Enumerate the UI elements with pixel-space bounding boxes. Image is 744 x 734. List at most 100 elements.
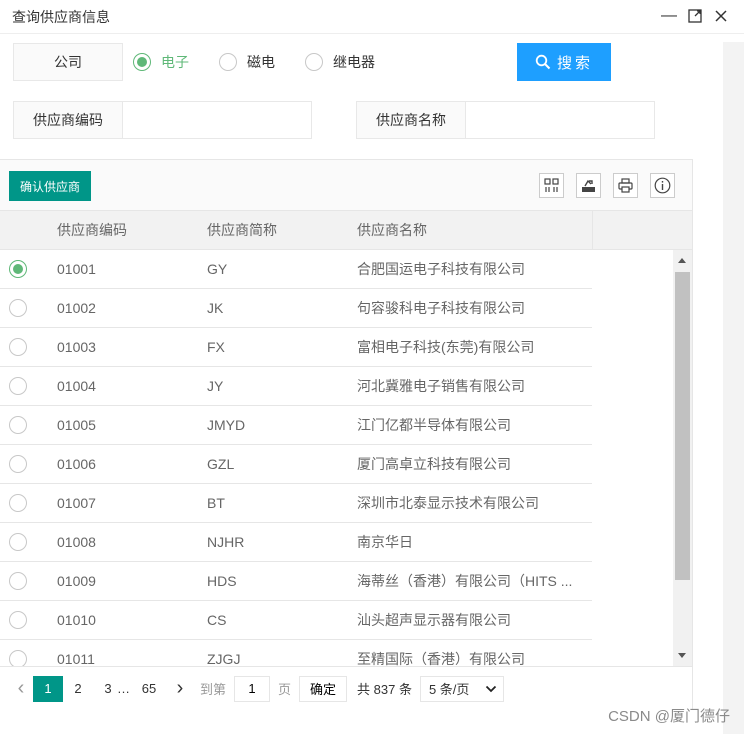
row-radio[interactable] xyxy=(9,416,27,434)
page-scrollbar[interactable] xyxy=(723,42,744,734)
search-icon xyxy=(535,54,551,70)
dialog-content: 公司 电子 磁电 继电器 搜索 供应商编码 供应商名称 确认供应商 供应商编码 … xyxy=(0,34,723,734)
row-radio[interactable] xyxy=(9,494,27,512)
cell-code: 01005 xyxy=(57,417,96,433)
row-radio[interactable] xyxy=(9,572,27,590)
total-count: 共 837 条 xyxy=(357,682,412,697)
page-1[interactable]: 1 xyxy=(33,675,63,702)
minimize-icon[interactable]: — xyxy=(660,6,678,26)
window-title: 查询供应商信息 xyxy=(12,8,110,25)
cell-name: 江门亿都半导体有限公司 xyxy=(357,417,511,433)
radio-label: 继电器 xyxy=(333,54,375,70)
maximize-icon[interactable] xyxy=(686,6,704,26)
supplier-name-group: 供应商名称 xyxy=(356,101,655,139)
column-header-short-name[interactable]: 供应商简称 xyxy=(207,211,277,250)
radio-unchecked-icon xyxy=(305,53,323,71)
cell-name: 富相电子科技(东莞)有限公司 xyxy=(357,339,535,355)
cell-code: 01004 xyxy=(57,378,96,394)
table-row[interactable]: 01002 JK 句容骏科电子科技有限公司 xyxy=(0,289,592,328)
table-row[interactable]: 01007 BT 深圳市北泰显示技术有限公司 xyxy=(0,484,592,523)
table-row[interactable]: 01008 NJHR 南京华日 xyxy=(0,523,592,562)
cell-code: 01010 xyxy=(57,612,96,628)
cell-name: 至精国际（香港）有限公司 xyxy=(357,651,525,666)
cell-code: 01001 xyxy=(57,261,96,277)
search-button[interactable]: 搜索 xyxy=(517,43,611,81)
toolbar-icons xyxy=(539,173,675,198)
scroll-thumb[interactable] xyxy=(675,272,690,580)
cell-name: 汕头超声显示器有限公司 xyxy=(357,612,511,628)
row-radio[interactable] xyxy=(9,377,27,395)
cell-name: 合肥国运电子科技有限公司 xyxy=(357,261,525,277)
table-row[interactable]: 01006 GZL 厦门高卓立科技有限公司 xyxy=(0,445,592,484)
company-filter: 公司 电子 磁电 继电器 xyxy=(13,43,405,81)
table-row[interactable]: 01010 CS 汕头超声显示器有限公司 xyxy=(0,601,592,640)
cell-short-name: JY xyxy=(207,378,224,394)
table-row[interactable]: 01011 ZJGJ 至精国际（香港）有限公司 xyxy=(0,640,592,666)
page-ellipsis: … xyxy=(117,681,130,696)
radio-relay[interactable]: 继电器 xyxy=(305,52,375,72)
cell-short-name: CS xyxy=(207,612,227,628)
supplier-code-label: 供应商编码 xyxy=(13,101,123,139)
close-icon[interactable] xyxy=(712,6,730,26)
scroll-down-icon[interactable] xyxy=(678,653,686,658)
company-radio-group: 电子 磁电 继电器 xyxy=(133,52,405,72)
radio-label: 磁电 xyxy=(247,54,275,70)
row-radio[interactable] xyxy=(9,650,27,666)
supplier-table-panel: 确认供应商 供应商编码 供应商简称 供应商名称 01001 GY 合肥国运电子科… xyxy=(0,159,693,710)
radio-electronics[interactable]: 电子 xyxy=(133,52,189,72)
table-body: 01001 GY 合肥国运电子科技有限公司 01002 JK 句容骏科电子科技有… xyxy=(0,250,592,666)
info-icon[interactable] xyxy=(650,173,675,198)
table-row[interactable]: 01004 JY 河北冀雅电子销售有限公司 xyxy=(0,367,592,406)
cell-code: 01003 xyxy=(57,339,96,355)
row-radio[interactable] xyxy=(9,611,27,629)
cell-code: 01007 xyxy=(57,495,96,511)
goto-label: 到第 xyxy=(200,682,227,697)
window-controls: — xyxy=(660,6,730,26)
watermark: CSDN @厦门德仔 xyxy=(608,708,730,725)
next-page-icon[interactable]: › xyxy=(168,676,192,702)
cell-name: 河北冀雅电子销售有限公司 xyxy=(357,378,525,394)
table-row[interactable]: 01009 HDS 海蒂丝（香港）有限公司（HITS ... xyxy=(0,562,592,601)
page-last[interactable]: 65 xyxy=(134,676,164,702)
cell-short-name: JK xyxy=(207,300,224,316)
column-header-name[interactable]: 供应商名称 xyxy=(357,211,427,250)
pagination: ‹ 1 2 3 … 65 › 到第 页 确定 共 837 条 5 条/页 xyxy=(0,666,692,710)
cell-short-name: FX xyxy=(207,339,225,355)
page-size-value: 5 条/页 xyxy=(428,682,470,697)
supplier-code-input[interactable] xyxy=(123,101,312,139)
row-radio-checked[interactable] xyxy=(9,260,27,278)
goto-page-input[interactable] xyxy=(234,675,271,702)
goto-confirm-button[interactable]: 确定 xyxy=(299,675,348,702)
chevron-down-icon xyxy=(485,685,497,692)
header-divider xyxy=(592,211,593,250)
radio-checked-icon xyxy=(133,53,151,71)
table-row[interactable]: 01003 FX 富相电子科技(东莞)有限公司 xyxy=(0,328,592,367)
confirm-supplier-button[interactable]: 确认供应商 xyxy=(9,171,91,201)
row-radio[interactable] xyxy=(9,338,27,356)
table-scrollbar[interactable] xyxy=(673,250,692,666)
prev-page-icon[interactable]: ‹ xyxy=(9,676,33,702)
columns-filter-icon[interactable] xyxy=(539,173,564,198)
table-toolbar: 确认供应商 xyxy=(0,160,692,211)
print-icon[interactable] xyxy=(613,173,638,198)
table-row[interactable]: 01001 GY 合肥国运电子科技有限公司 xyxy=(0,250,592,289)
table-row[interactable]: 01005 JMYD 江门亿都半导体有限公司 xyxy=(0,406,592,445)
row-radio[interactable] xyxy=(9,299,27,317)
row-radio[interactable] xyxy=(9,533,27,551)
cell-short-name: GZL xyxy=(207,456,235,472)
row-radio[interactable] xyxy=(9,455,27,473)
radio-magnetic[interactable]: 磁电 xyxy=(219,52,275,72)
page-size-select[interactable]: 5 条/页 xyxy=(419,675,504,702)
radio-label: 电子 xyxy=(161,54,189,70)
page-unit-label: 页 xyxy=(278,682,292,697)
cell-short-name: GY xyxy=(207,261,228,277)
cell-name: 厦门高卓立科技有限公司 xyxy=(357,456,511,472)
page-2[interactable]: 2 xyxy=(63,676,93,702)
scroll-up-icon[interactable] xyxy=(678,258,686,263)
company-label: 公司 xyxy=(13,43,123,81)
supplier-name-input[interactable] xyxy=(466,101,655,139)
radio-unchecked-icon xyxy=(219,53,237,71)
cell-name: 海蒂丝（香港）有限公司（HITS ... xyxy=(357,573,573,589)
column-header-code[interactable]: 供应商编码 xyxy=(57,211,127,250)
export-icon[interactable] xyxy=(576,173,601,198)
